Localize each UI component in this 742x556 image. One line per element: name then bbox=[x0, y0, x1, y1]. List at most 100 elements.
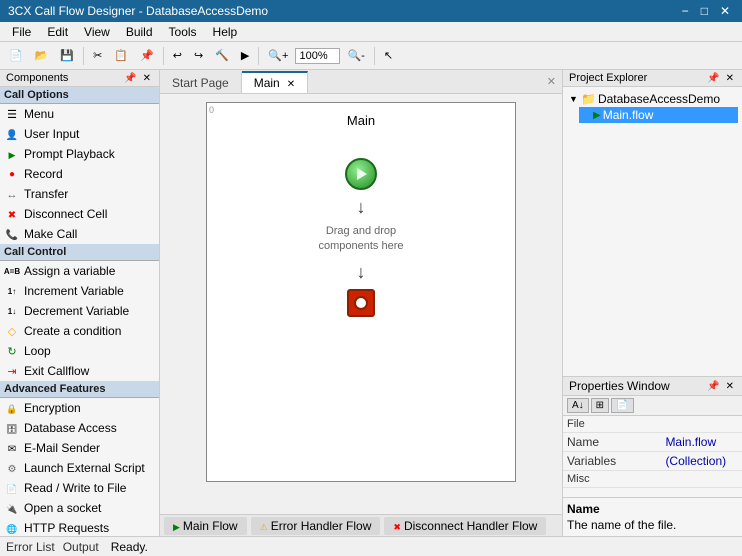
section-call-control: Call Control bbox=[0, 244, 159, 261]
comp-database-access[interactable]: Database Access bbox=[0, 418, 159, 438]
comp-make-call-label: Make Call bbox=[24, 227, 77, 241]
comp-user-input[interactable]: User Input bbox=[0, 124, 159, 144]
comp-http-requests[interactable]: HTTP Requests bbox=[0, 518, 159, 536]
comp-exit-callflow[interactable]: Exit Callflow bbox=[0, 361, 159, 381]
toolbar-cut[interactable]: ✂ bbox=[88, 46, 107, 65]
name-desc-title: Name bbox=[567, 502, 738, 516]
toolbar-zoomin[interactable]: 🔍+ bbox=[263, 46, 293, 65]
window-controls: − □ ✕ bbox=[678, 4, 734, 18]
toolbar-paste[interactable]: 📌 bbox=[135, 46, 159, 65]
toolbar-run[interactable]: ▶ bbox=[236, 46, 254, 65]
comp-loop[interactable]: Loop bbox=[0, 341, 159, 361]
toolbar-sep2 bbox=[163, 47, 164, 65]
start-node[interactable] bbox=[345, 158, 377, 190]
prop-pages-btn[interactable]: 📄 bbox=[611, 398, 633, 413]
comp-launch-script-label: Launch External Script bbox=[24, 461, 145, 475]
prop-section-misc-label: Misc bbox=[563, 471, 742, 488]
comp-encryption[interactable]: Encryption bbox=[0, 398, 159, 418]
prop-section-file-label: File bbox=[563, 416, 742, 433]
comp-loop-label: Loop bbox=[24, 344, 51, 358]
comp-open-socket[interactable]: Open a socket bbox=[0, 498, 159, 518]
bottom-tabs: Main Flow Error Handler Flow Disconnect … bbox=[160, 514, 562, 536]
bottom-tab-error-handler[interactable]: Error Handler Flow bbox=[251, 517, 381, 535]
menu-view[interactable]: View bbox=[76, 23, 118, 41]
prop-name-row: Name Main.flow bbox=[563, 433, 742, 452]
comp-launch-script[interactable]: Launch External Script bbox=[0, 458, 159, 478]
toolbar: 📄 📂 💾 ✂ 📋 📌 ↩ ↪ 🔨 ▶ 🔍+ 🔍- ↖ bbox=[0, 42, 742, 70]
comp-encryption-label: Encryption bbox=[24, 401, 81, 415]
increment-variable-icon: 1↑ bbox=[4, 283, 20, 299]
toolbar-zoomout[interactable]: 🔍- bbox=[342, 46, 369, 65]
tree-main-flow-item[interactable]: ▶ Main.flow bbox=[579, 107, 738, 123]
bottom-tab-disconnect-handler[interactable]: Disconnect Handler Flow bbox=[384, 517, 546, 535]
toolbar-copy[interactable]: 📋 bbox=[109, 46, 133, 65]
menu-edit[interactable]: Edit bbox=[39, 23, 76, 41]
properties-pin-btn[interactable]: 📌 bbox=[705, 381, 721, 392]
menu-help[interactable]: Help bbox=[205, 23, 246, 41]
panel-pin-btn[interactable]: 📌 bbox=[122, 73, 138, 84]
comp-menu[interactable]: Menu bbox=[0, 104, 159, 124]
comp-read-write-file[interactable]: Read / Write to File bbox=[0, 478, 159, 498]
menu-file[interactable]: File bbox=[4, 23, 39, 41]
project-explorer-controls: 📌 ✕ bbox=[705, 73, 736, 84]
comp-prompt-playback-label: Prompt Playback bbox=[24, 147, 115, 161]
comp-create-condition[interactable]: Create a condition bbox=[0, 321, 159, 341]
tab-bar-close-btn[interactable]: ✕ bbox=[541, 73, 562, 90]
comp-transfer[interactable]: Transfer bbox=[0, 184, 159, 204]
comp-make-call[interactable]: Make Call bbox=[0, 224, 159, 244]
toolbar-undo[interactable]: ↩ bbox=[168, 46, 187, 65]
properties-toolbar: A↓ ⊞ 📄 bbox=[563, 396, 742, 416]
menu-tools[interactable]: Tools bbox=[161, 23, 205, 41]
record-icon: ● bbox=[4, 166, 20, 182]
drag-drop-text: Drag and dropcomponents here bbox=[319, 224, 404, 255]
toolbar-open[interactable]: 📂 bbox=[30, 46, 54, 65]
status-tab-error-list[interactable]: Error List bbox=[6, 540, 55, 554]
close-button[interactable]: ✕ bbox=[716, 4, 734, 18]
menu-build[interactable]: Build bbox=[118, 23, 161, 41]
toolbar-build[interactable]: 🔨 bbox=[210, 46, 234, 65]
comp-record[interactable]: ● Record bbox=[0, 164, 159, 184]
toolbar-new[interactable]: 📄 bbox=[4, 46, 28, 65]
tab-main-close[interactable]: ✕ bbox=[287, 79, 295, 90]
comp-email-sender-label: E-Mail Sender bbox=[24, 441, 100, 455]
bottom-tab-main-flow[interactable]: Main Flow bbox=[164, 517, 247, 535]
main-layout: Components 📌 ✕ Call Options Menu User In… bbox=[0, 70, 742, 536]
prop-alphabetical-btn[interactable]: A↓ bbox=[567, 398, 589, 413]
comp-disconnect-cell-label: Disconnect Cell bbox=[24, 207, 107, 221]
comp-open-socket-label: Open a socket bbox=[24, 501, 101, 515]
status-tab-output[interactable]: Output bbox=[63, 540, 99, 554]
toolbar-redo[interactable]: ↪ bbox=[189, 46, 208, 65]
tree-root-item[interactable]: ▼ 📁 DatabaseAccessDemo bbox=[567, 91, 738, 107]
end-node[interactable] bbox=[347, 289, 375, 317]
email-sender-icon bbox=[4, 440, 20, 456]
comp-prompt-playback[interactable]: Prompt Playback bbox=[0, 144, 159, 164]
main-flow-icon bbox=[173, 519, 180, 533]
toolbar-pointer[interactable]: ↖ bbox=[379, 46, 398, 65]
project-explorer-title: Project Explorer bbox=[569, 72, 647, 84]
comp-increment-variable[interactable]: 1↑ Increment Variable bbox=[0, 281, 159, 301]
properties-table: File Name Main.flow Variables (Collectio… bbox=[563, 416, 742, 488]
canvas-wrapper[interactable]: 0 Main ↓ Drag and dropcompon bbox=[160, 94, 562, 514]
status-message: Ready. bbox=[111, 540, 148, 554]
prop-name-value: Main.flow bbox=[661, 433, 742, 452]
properties-window-header: Properties Window 📌 ✕ bbox=[563, 377, 742, 396]
properties-close-btn[interactable]: ✕ bbox=[724, 381, 736, 392]
project-tree: ▼ 📁 DatabaseAccessDemo ▶ Main.flow bbox=[563, 87, 742, 376]
comp-decrement-variable[interactable]: 1↓ Decrement Variable bbox=[0, 301, 159, 321]
comp-disconnect-cell[interactable]: Disconnect Cell bbox=[0, 204, 159, 224]
zoom-input[interactable] bbox=[295, 48, 340, 64]
comp-transfer-label: Transfer bbox=[24, 187, 68, 201]
tab-start-page[interactable]: Start Page bbox=[160, 71, 242, 93]
project-explorer-pin-btn[interactable]: 📌 bbox=[705, 73, 721, 84]
maximize-button[interactable]: □ bbox=[697, 4, 712, 18]
comp-assign-variable[interactable]: A=B Assign a variable bbox=[0, 261, 159, 281]
minimize-button[interactable]: − bbox=[678, 4, 693, 18]
components-list: Call Options Menu User Input Prompt Play… bbox=[0, 87, 159, 536]
tab-main[interactable]: Main ✕ bbox=[242, 71, 308, 93]
project-explorer-close-btn[interactable]: ✕ bbox=[724, 73, 736, 84]
prop-categorized-btn[interactable]: ⊞ bbox=[591, 398, 609, 413]
flow-canvas[interactable]: 0 Main ↓ Drag and dropcompon bbox=[206, 102, 516, 482]
panel-close-btn[interactable]: ✕ bbox=[141, 73, 153, 84]
comp-email-sender[interactable]: E-Mail Sender bbox=[0, 438, 159, 458]
toolbar-save[interactable]: 💾 bbox=[55, 46, 79, 65]
